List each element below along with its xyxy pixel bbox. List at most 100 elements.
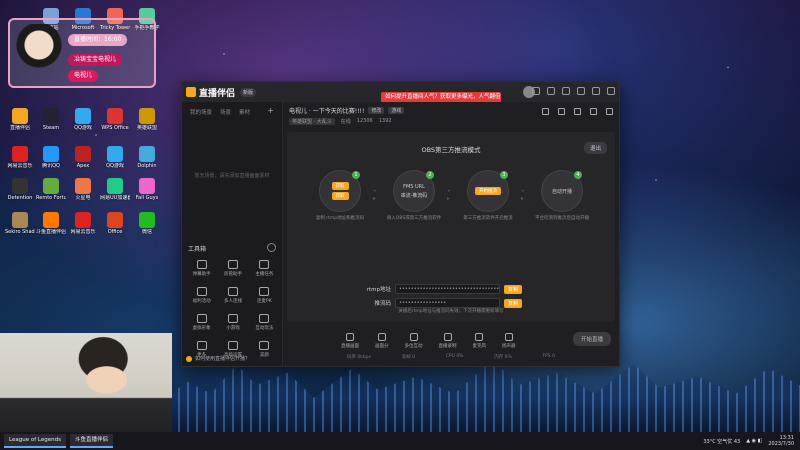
tool-icon bbox=[227, 287, 238, 296]
step-desc: 第三方推流软件开启推流 bbox=[463, 216, 513, 221]
start-live-button[interactable]: 开始直播 bbox=[572, 332, 611, 346]
desktop-icon[interactable]: 斗鱼直播伴侣 bbox=[36, 212, 66, 235]
toolbar-item[interactable]: 画面分 bbox=[375, 333, 389, 349]
scene-empty-hint: 暂无场景，请先添加直播画面素材 bbox=[194, 173, 270, 179]
share-icon[interactable] bbox=[574, 108, 581, 115]
tool-icon bbox=[259, 260, 270, 269]
desktop-icon-label: 斗鱼直播伴侣 bbox=[36, 229, 66, 235]
stream-hint: 关播后rtmp地址与推流码失效，下次开播需重新填写 bbox=[398, 309, 504, 314]
copy-rtmp-button[interactable]: 复制 bbox=[504, 284, 523, 294]
toolbox-item[interactable]: 多人连线 bbox=[217, 287, 248, 304]
arrow-icon: • ▸ bbox=[447, 188, 451, 202]
desktop-icon[interactable]: 腾讯QQ bbox=[36, 146, 66, 169]
toolbox-item[interactable]: 小游戏 bbox=[217, 314, 248, 331]
step-desc: 复制 rtmp地址和推流码 bbox=[315, 216, 365, 221]
bell-icon[interactable] bbox=[590, 108, 597, 115]
start-push-button[interactable]: 开始推流 bbox=[475, 187, 501, 195]
app-icon bbox=[107, 108, 123, 124]
toolbox-item[interactable]: 主播任务 bbox=[249, 260, 280, 277]
app-icon bbox=[12, 108, 28, 124]
desktop-icon-label: WPS Office bbox=[101, 125, 129, 131]
weather-text[interactable]: 33°C 空气优 43 bbox=[703, 438, 740, 445]
status-item: 丢帧 0 bbox=[401, 355, 415, 360]
desktop-icon-label: Detention bbox=[7, 195, 33, 201]
copy-key-button[interactable]: 复制 bbox=[504, 298, 523, 308]
desktop-icon[interactable]: Dolphin bbox=[132, 146, 162, 169]
desktop-icon[interactable]: Sekiro Shadows bbox=[5, 212, 35, 235]
desktop-icon[interactable]: 英雄联盟 bbox=[132, 108, 162, 131]
toolbox-item[interactable]: 虚拟形象 bbox=[186, 314, 217, 331]
step-desc: 填入OBS或第三方推流软件 bbox=[386, 216, 442, 221]
clock[interactable]: 13:31 2023/7/30 bbox=[768, 435, 794, 447]
toolbox-item[interactable]: 连麦PK bbox=[249, 287, 280, 304]
network-icon[interactable]: ▲ ◉ ◧ bbox=[746, 438, 762, 444]
room-title[interactable]: 电视儿 · 一下今天的比赛!!!! bbox=[289, 106, 364, 115]
maximize-icon[interactable] bbox=[592, 87, 600, 95]
exit-obs-button[interactable]: 退出 bbox=[583, 142, 607, 154]
toolbox-more-icon[interactable] bbox=[267, 243, 276, 252]
desktop-icon[interactable]: QQ游戏 bbox=[100, 146, 130, 169]
help-tip[interactable]: 如何使用直播伴侣开播？ bbox=[186, 355, 250, 362]
data-icon[interactable] bbox=[558, 108, 565, 115]
desktop-icon[interactable]: 微信 bbox=[132, 212, 162, 235]
desktop-icon[interactable]: 直播伴侣 bbox=[5, 108, 35, 131]
tab-assets[interactable]: 素材 bbox=[239, 108, 250, 116]
tab-my-scenes[interactable]: 我的场景 bbox=[190, 108, 212, 116]
toolbox-item[interactable]: 房管助手 bbox=[217, 260, 248, 277]
get-rtmp-button[interactable]: 获取 bbox=[331, 182, 349, 190]
toolbar-item[interactable]: 直播画面 bbox=[341, 333, 359, 349]
tool-icon bbox=[259, 341, 270, 350]
desktop-icon[interactable]: Steam bbox=[36, 108, 66, 131]
toolbar-item[interactable]: 麦克风 bbox=[473, 333, 486, 349]
toolbar-label: 多位互动 bbox=[404, 344, 423, 349]
desktop-icon[interactable]: Detention bbox=[5, 178, 35, 201]
desktop-icon[interactable]: 火星电 bbox=[68, 178, 98, 201]
toolbox-heading: 工具箱 bbox=[188, 246, 207, 253]
rtmp-field[interactable]: •••••••••••••••••••••••••••••••••• bbox=[395, 284, 500, 294]
app-icon bbox=[12, 212, 28, 228]
edit-title-chip[interactable]: 修改 bbox=[368, 107, 385, 114]
room-meta: 英雄联盟 · 大乱斗 在线 12306 1392 bbox=[289, 118, 613, 125]
toolbox-item[interactable]: 福利活动 bbox=[186, 287, 217, 304]
category-chip[interactable]: 游戏 bbox=[388, 107, 405, 114]
desktop-icon[interactable]: 网易云音乐 bbox=[68, 212, 98, 235]
toolbar-item[interactable]: 扬声器 bbox=[502, 333, 516, 349]
desktop-icon[interactable]: Remto Fortune bbox=[36, 178, 66, 201]
close-icon[interactable] bbox=[607, 87, 615, 95]
message-icon[interactable] bbox=[532, 87, 540, 95]
desktop-icon[interactable]: WPS Office bbox=[100, 108, 130, 131]
toolbar-item[interactable]: 多位互动 bbox=[405, 333, 423, 349]
desktop-icon[interactable]: Office bbox=[100, 212, 130, 235]
gift-icon[interactable] bbox=[547, 87, 555, 95]
get-key-button[interactable]: 获取 bbox=[331, 192, 349, 200]
stream-key-field[interactable]: •••••••••••••••• bbox=[395, 298, 500, 308]
desktop-icon[interactable]: 网易云音乐 bbox=[5, 146, 35, 169]
tab-scenes[interactable]: 场景 bbox=[220, 108, 231, 116]
share-link-icon[interactable] bbox=[606, 108, 613, 115]
step-2: 2 FMS URL 串流·推流码 填入OBS或第三方推流软件 bbox=[381, 170, 447, 230]
desktop-icon[interactable]: 网易UU加速器 bbox=[100, 178, 130, 201]
toolbar-item[interactable]: 直播录制 bbox=[439, 333, 457, 349]
toolbox-item[interactable]: 弹幕助手 bbox=[186, 260, 217, 277]
minimize-icon[interactable] bbox=[577, 87, 585, 95]
desktop-icon-label: 火星电 bbox=[75, 195, 91, 201]
step-desc: 平台检测到推流后自动开播 bbox=[535, 216, 589, 221]
desktop-icon[interactable]: QQ游戏 bbox=[68, 108, 98, 131]
desktop-icon[interactable]: Apex bbox=[68, 146, 98, 169]
system-tray: 33°C 空气优 43 ▲ ◉ ◧ 13:31 2023/7/30 bbox=[703, 435, 800, 447]
toolbox-item[interactable]: 互动玩法 bbox=[249, 314, 280, 331]
desktop-icon[interactable]: Fall Guys bbox=[132, 178, 162, 201]
version-badge[interactable]: 新版 bbox=[240, 87, 257, 97]
add-scene-icon[interactable]: + bbox=[267, 107, 274, 116]
task-live-companion[interactable]: 斗鱼直播伴侣 bbox=[69, 434, 113, 448]
tool-icon bbox=[259, 314, 270, 323]
settings-icon[interactable] bbox=[562, 87, 570, 95]
stream-key-row: 推流码 •••••••••••••••• 复制 bbox=[357, 298, 523, 308]
toolbox-item[interactable]: 美颜 bbox=[249, 341, 280, 358]
desktop-icon-label: 腾讯QQ bbox=[42, 163, 60, 169]
desktop-icon-label: Sekiro Shadows bbox=[5, 229, 35, 235]
task-league[interactable]: League of Legends bbox=[4, 434, 66, 448]
desktop-icon-label: Remto Fortune bbox=[36, 195, 66, 201]
room-category[interactable]: 英雄联盟 · 大乱斗 bbox=[289, 118, 335, 125]
gift-box-icon[interactable] bbox=[542, 108, 549, 115]
